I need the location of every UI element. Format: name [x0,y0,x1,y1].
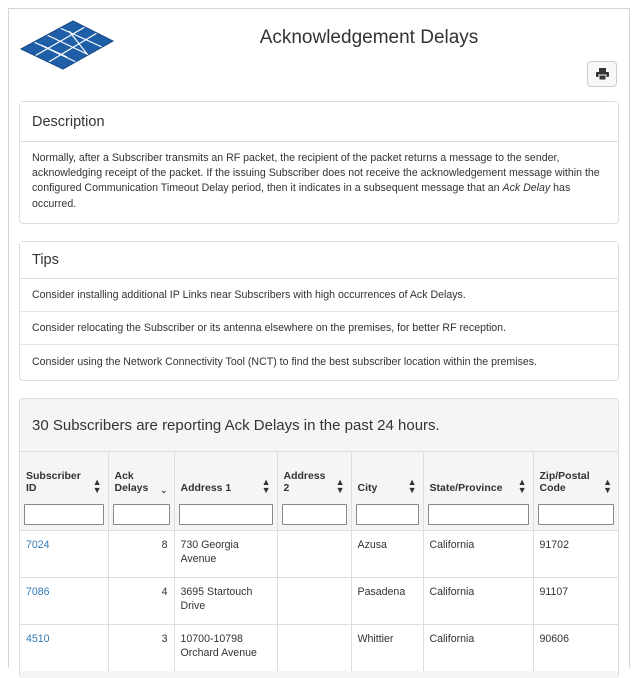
filter-row [20,499,618,530]
report-header: Acknowledgement Delays [9,9,629,99]
tip-item: Consider installing additional IP Links … [20,279,618,312]
zip-cell: 91107 [532,576,618,624]
subscriber-id-link[interactable]: 7086 [26,586,50,598]
address2-cell [276,623,351,671]
tip-item: Consider relocating the Subscriber or it… [20,312,618,345]
filter-city-input[interactable] [355,503,419,525]
sort-icon: ▲ ▼ [335,476,345,495]
state-cell: California [422,623,533,671]
column-header-subscriber-id[interactable]: Subscriber ID ▲ ▼ [20,451,108,500]
sort-icon: ▲ ▼ [407,476,417,495]
table-row: 7086 4 3695 Startouch Drive Pasadena Cal… [20,576,618,624]
table-row: 4510 3 10700-10798 Orchard Avenue Whitti… [20,623,618,671]
sort-descending-icon: ⌄ [159,484,168,495]
address1-cell: 10700-10798 Orchard Avenue [173,623,277,671]
printer-icon [595,68,609,80]
zip-cell: 90606 [532,623,618,671]
filter-address2-input[interactable] [281,503,347,525]
ack-delays-cell: 8 [107,529,174,577]
subscriber-id-link[interactable]: 4510 [26,633,50,645]
address1-cell: 3695 Startouch Drive [173,576,277,624]
subscriber-id-link[interactable]: 7024 [26,539,50,551]
subscribers-table: Subscriber ID ▲ ▼ Ack Delays ⌄ Address 1 ▲ ▼ … [20,451,618,671]
sort-icon: ▲ ▼ [92,476,102,495]
state-cell: California [422,529,533,577]
filter-state-input[interactable] [427,503,529,525]
filter-address1-input[interactable] [178,503,273,525]
ack-delays-cell: 4 [107,576,174,624]
column-header-address2[interactable]: Address 2 ▲ ▼ [276,451,351,500]
column-header-address1[interactable]: Address 1 ▲ ▼ [173,451,277,500]
address1-cell: 730 Georgia Avenue [173,529,277,577]
ack-delays-cell: 3 [107,623,174,671]
column-header-state[interactable]: State/Province ▲ ▼ [422,451,533,500]
state-cell: California [422,576,533,624]
address2-cell [276,576,351,624]
city-cell: Whittier [350,623,423,671]
subscribers-panel: 30 Subscribers are reporting Ack Delays … [19,398,619,678]
network-grid-logo-icon [19,20,115,70]
zip-cell: 91702 [532,529,618,577]
page-title: Acknowledgement Delays [259,27,479,48]
sort-icon: ▲ ▼ [603,476,612,495]
report-frame: Acknowledgement Delays Description Norma… [8,8,630,678]
sort-icon: ▲ ▼ [517,476,527,495]
print-button[interactable] [587,61,617,87]
table-row: 7024 8 730 Georgia Avenue Azusa Californ… [20,529,618,577]
column-header-ack-delays[interactable]: Ack Delays ⌄ [107,451,174,500]
column-header-zip[interactable]: Zip/Postal Code ▲ ▼ [532,451,618,500]
filter-zip-input[interactable] [537,503,614,525]
city-cell: Azusa [350,529,423,577]
column-header-city[interactable]: City ▲ ▼ [350,451,423,500]
tips-heading: Tips [20,242,618,279]
address2-cell [276,529,351,577]
description-text: Normally, after a Subscriber transmits a… [20,142,618,221]
ack-delay-term: Ack Delay [502,182,551,195]
sort-icon: ▲ ▼ [261,476,271,495]
filter-subscriber-id-input[interactable] [24,503,104,525]
city-cell: Pasadena [350,576,423,624]
tips-panel: Tips Consider installing additional IP L… [19,241,619,381]
subscribers-summary: 30 Subscribers are reporting Ack Delays … [32,416,440,434]
description-panel: Description Normally, after a Subscriber… [19,101,619,224]
filter-ack-delays-input[interactable] [112,503,170,525]
tip-item: Consider using the Network Connectivity … [32,355,537,368]
description-heading: Description [20,102,618,142]
